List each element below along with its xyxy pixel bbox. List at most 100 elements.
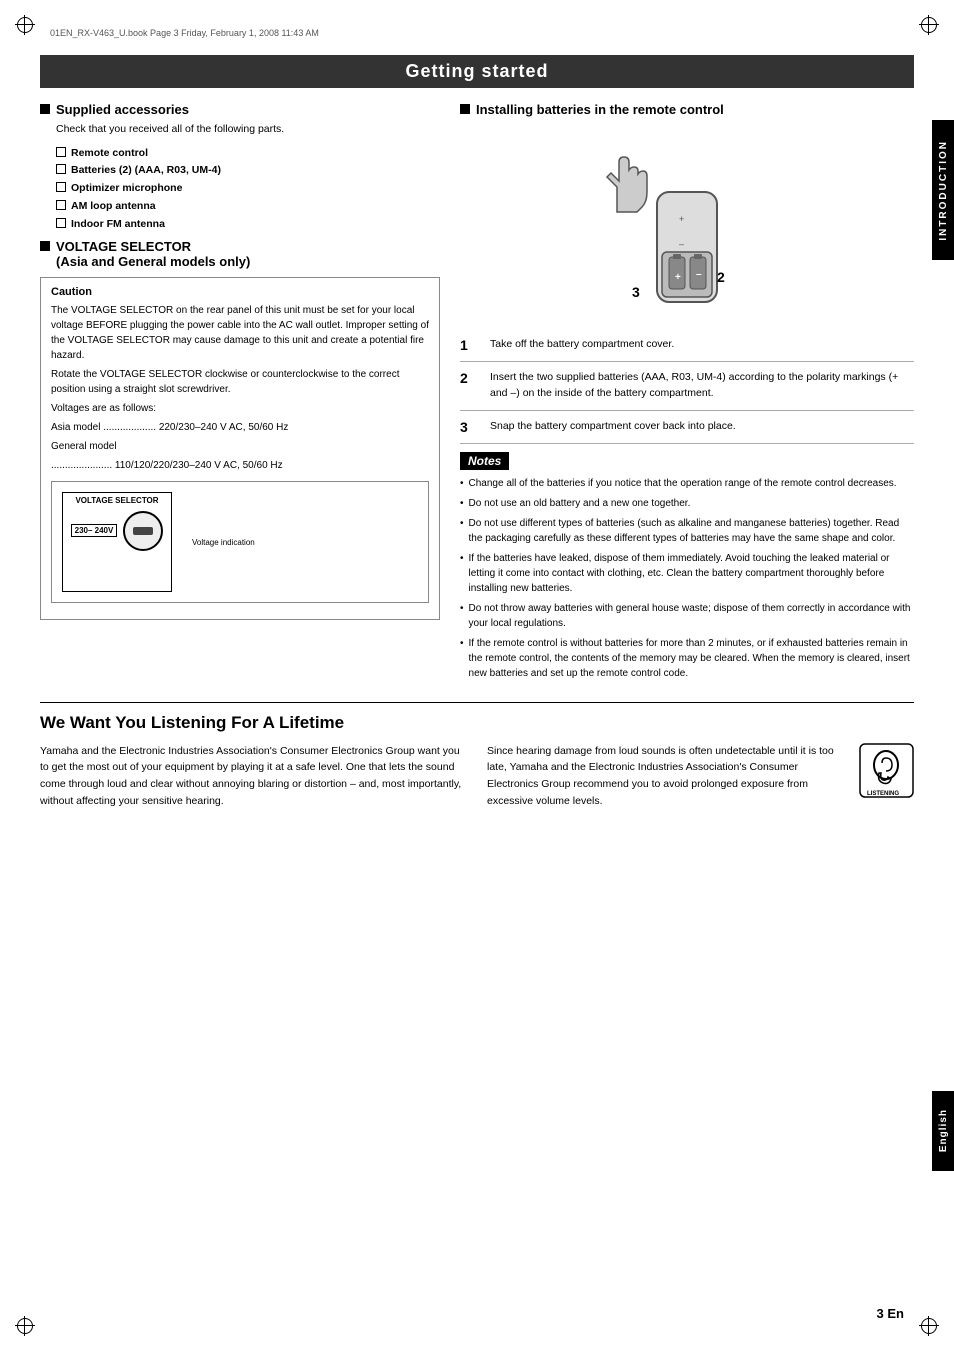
step-3-number: 3	[460, 419, 480, 435]
note-text: Do not throw away batteries with general…	[469, 601, 914, 631]
bottom-title: We Want You Listening For A Lifetime	[40, 713, 914, 733]
step-3-row: 3 Snap the battery compartment cover bac…	[460, 419, 914, 435]
step-3: 3 Snap the battery compartment cover bac…	[460, 419, 914, 444]
list-item-label: Optimizer microphone	[71, 181, 182, 196]
step-1-text: Take off the battery compartment cover.	[490, 337, 674, 353]
install-header: Installing batteries in the remote contr…	[460, 102, 914, 117]
checkbox-icon	[56, 182, 66, 192]
svg-text:–: –	[679, 239, 684, 249]
step-1-row: 1 Take off the battery compartment cover…	[460, 337, 914, 353]
voltage-diagram: VOLTAGE SELECTOR 230– 240V Voltage indic…	[51, 481, 429, 603]
remote-illustration: + – 1 2 + – 3	[597, 132, 777, 322]
list-item: Remote control	[56, 146, 440, 161]
list-item-label: Indoor FM antenna	[71, 217, 165, 232]
list-item: Indoor FM antenna	[56, 217, 440, 232]
note-text: Do not use an old battery and a new one …	[469, 496, 691, 511]
notes-list: Change all of the batteries if you notic…	[460, 476, 914, 681]
two-col-layout: Supplied accessories Check that you rece…	[40, 102, 914, 686]
list-item: If the batteries have leaked, dispose of…	[460, 551, 914, 596]
battery-image-area: + – 1 2 + – 3	[460, 127, 914, 327]
corner-mark-tr	[919, 15, 939, 35]
caution-para-3: Voltages are as follows:	[51, 401, 429, 416]
left-column: Supplied accessories Check that you rece…	[40, 102, 440, 686]
caution-para-5: General model	[51, 439, 429, 454]
supplied-intro: Check that you received all of the follo…	[56, 122, 440, 138]
step-2-number: 2	[460, 370, 480, 386]
step-2: 2 Insert the two supplied batteries (AAA…	[460, 370, 914, 411]
step-1-number: 1	[460, 337, 480, 353]
right-column: Installing batteries in the remote contr…	[460, 102, 914, 686]
caution-box: Caution The VOLTAGE SELECTOR on the rear…	[40, 277, 440, 620]
svg-text:+: +	[679, 214, 684, 224]
checkbox-icon	[56, 164, 66, 174]
supplied-header: Supplied accessories	[40, 102, 440, 117]
bottom-right-col: Since hearing damage from loud sounds is…	[487, 743, 914, 810]
caution-para-4: Asia model ................... 220/230–2…	[51, 420, 429, 435]
bottom-two-col: Yamaha and the Electronic Industries Ass…	[40, 743, 914, 810]
bottom-left-text: Yamaha and the Electronic Industries Ass…	[40, 743, 467, 810]
list-item: Change all of the batteries if you notic…	[460, 476, 914, 491]
checkbox-icon	[56, 200, 66, 210]
listening-icon: LISTENING	[859, 743, 914, 804]
section-title: Getting started	[40, 55, 914, 88]
svg-text:LISTENING: LISTENING	[867, 791, 899, 797]
caution-body: The VOLTAGE SELECTOR on the rear panel o…	[51, 303, 429, 473]
list-item: AM loop antenna	[56, 199, 440, 214]
corner-mark-br	[919, 1316, 939, 1336]
voltage-selector-label: VOLTAGE SELECTOR	[75, 496, 158, 506]
side-tab-english: English	[932, 1091, 954, 1171]
supplied-items-list: Remote control Batteries (2) (AAA, R03, …	[56, 146, 440, 231]
checkbox-icon	[56, 218, 66, 228]
side-tab-introduction: INTRODUCTION	[932, 120, 954, 260]
voltage-dial-inner	[133, 527, 153, 535]
bullet-icon	[460, 104, 470, 114]
svg-text:2: 2	[717, 269, 725, 285]
voltage-value-label: 230– 240V	[71, 524, 118, 537]
step-1: 1 Take off the battery compartment cover…	[460, 337, 914, 362]
voltage-dial	[123, 511, 163, 551]
list-item: Do not use different types of batteries …	[460, 516, 914, 546]
bullet-icon	[40, 104, 50, 114]
note-text: Change all of the batteries if you notic…	[469, 476, 897, 491]
listening-icon-svg: LISTENING	[859, 743, 914, 798]
steps-container: 1 Take off the battery compartment cover…	[460, 337, 914, 444]
list-item-label: Remote control	[71, 146, 148, 161]
voltage-indicator-label: Voltage indication	[192, 538, 255, 547]
caution-para-2: Rotate the VOLTAGE SELECTOR clockwise or…	[51, 367, 429, 397]
notes-box: Notes Change all of the batteries if you…	[460, 452, 914, 681]
caution-para-1: The VOLTAGE SELECTOR on the rear panel o…	[51, 303, 429, 363]
voltage-selector-box: VOLTAGE SELECTOR 230– 240V	[62, 492, 172, 592]
list-item-label: AM loop antenna	[71, 199, 156, 214]
note-text: If the remote control is without batteri…	[469, 636, 914, 681]
note-text: If the batteries have leaked, dispose of…	[469, 551, 914, 596]
page-number: 3 En	[877, 1306, 904, 1321]
list-item: Batteries (2) (AAA, R03, UM-4)	[56, 163, 440, 178]
list-item: Do not use an old battery and a new one …	[460, 496, 914, 511]
bottom-right-text: Since hearing damage from loud sounds is…	[487, 743, 841, 810]
corner-mark-tl	[15, 15, 35, 35]
bullet-icon	[40, 241, 50, 251]
svg-text:+: +	[675, 272, 681, 283]
svg-text:–: –	[696, 269, 702, 280]
corner-mark-bl	[15, 1316, 35, 1336]
voltage-header-label: VOLTAGE SELECTOR(Asia and General models…	[56, 239, 250, 269]
checkbox-icon	[56, 147, 66, 157]
main-content: Getting started Supplied accessories Che…	[40, 55, 914, 1296]
page: 01EN_RX-V463_U.book Page 3 Friday, Febru…	[0, 0, 954, 1351]
voltage-header: VOLTAGE SELECTOR(Asia and General models…	[40, 239, 440, 269]
svg-text:3: 3	[632, 284, 640, 300]
note-text: Do not use different types of batteries …	[469, 516, 914, 546]
file-info: 01EN_RX-V463_U.book Page 3 Friday, Febru…	[50, 28, 319, 38]
voltage-dial-area: 230– 240V	[71, 511, 164, 551]
step-3-text: Snap the battery compartment cover back …	[490, 419, 736, 435]
caution-title: Caution	[51, 286, 429, 298]
step-2-text: Insert the two supplied batteries (AAA, …	[490, 370, 914, 402]
step-2-row: 2 Insert the two supplied batteries (AAA…	[460, 370, 914, 402]
caution-para-6: ...................... 110/120/220/230–2…	[51, 458, 429, 473]
bottom-section: We Want You Listening For A Lifetime Yam…	[40, 702, 914, 810]
list-item: Optimizer microphone	[56, 181, 440, 196]
list-item-label: Batteries (2) (AAA, R03, UM-4)	[71, 163, 221, 178]
list-item: Do not throw away batteries with general…	[460, 601, 914, 631]
list-item: If the remote control is without batteri…	[460, 636, 914, 681]
notes-title: Notes	[460, 452, 509, 470]
